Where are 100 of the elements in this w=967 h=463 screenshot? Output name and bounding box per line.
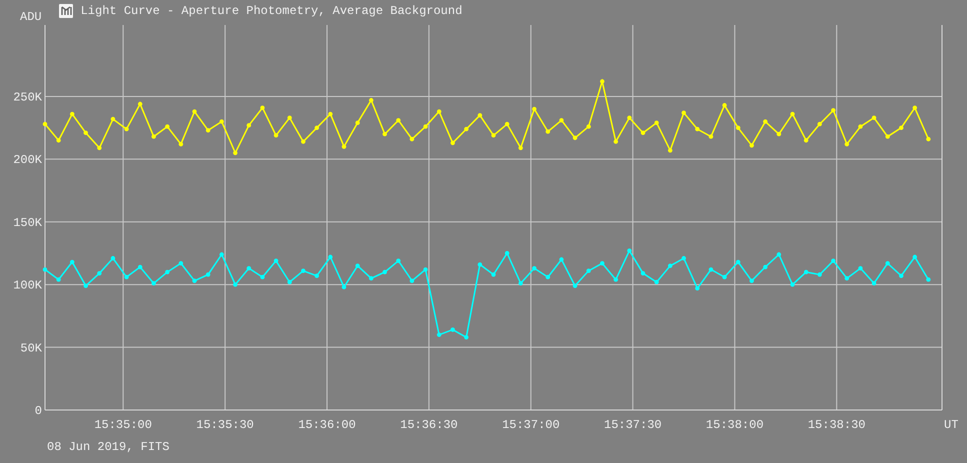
data-point [695,126,700,132]
data-point [844,276,850,281]
data-point [532,106,536,112]
data-point [56,138,61,143]
data-point [872,116,876,120]
data-point [722,274,727,280]
data-point [559,257,564,262]
data-point [912,106,918,110]
data-point [614,277,618,282]
data-point [206,128,210,133]
data-point [504,122,510,126]
data-point [396,258,401,263]
data-point [410,278,414,284]
data-point [138,264,142,270]
data-point [885,134,890,139]
data-point [396,118,401,122]
data-point [776,252,782,257]
data-point [328,254,333,260]
data-point [627,248,632,253]
tick-label: 0 [34,404,42,418]
data-point [790,282,795,287]
data-point [518,281,523,286]
data-point [355,264,360,268]
tick-label: 15:38:00 [706,418,764,432]
data-point [84,284,88,288]
data-point [640,130,646,136]
data-point [246,266,252,270]
data-point [301,139,306,144]
data-point [614,139,618,144]
data-point [858,124,863,129]
data-point [572,284,578,288]
date-caption: 08 Jun 2019, FITS [46,439,170,454]
data-point [110,256,116,260]
data-point [233,150,238,156]
data-point [314,126,320,130]
tick-label: 15:36:30 [400,418,458,432]
data-point [491,272,496,277]
data-point [138,102,142,106]
data-point [899,126,904,130]
data-point [382,132,387,136]
data-point [926,277,931,282]
data-point [736,126,740,130]
axis-label: ADU [20,11,42,24]
tick-label: 50K [20,341,42,356]
data-point [301,268,306,273]
data-point [42,122,48,126]
data-point [776,132,782,136]
data-point [586,124,591,129]
data-point [464,126,469,132]
data-point [478,113,482,118]
data-point [546,274,550,280]
data-point [478,262,482,267]
tick-label: 150K [13,216,42,230]
data-point [668,148,672,153]
data-point [654,280,659,284]
data-point [682,110,686,115]
data-point [532,266,536,270]
tick-label: 100K [13,278,42,293]
tick-label: 15:35:30 [196,418,254,432]
data-point [84,130,88,136]
data-point [287,116,292,120]
data-point [219,119,224,124]
data-point [178,261,184,266]
data-point [572,136,578,140]
data-point [178,142,184,146]
axis-label: UT [944,418,958,432]
data-point [722,103,727,108]
data-point [423,124,428,129]
data-point [342,144,346,149]
data-point [368,276,374,281]
data-point [518,146,523,150]
data-point [763,119,768,124]
data-point [410,136,414,142]
data-point [219,252,224,257]
data-point [382,270,387,274]
data-point [586,268,591,273]
data-point [314,274,320,278]
data-point [708,134,714,139]
data-point [97,271,102,276]
data-point [736,260,740,264]
data-point [233,282,238,287]
data-point [260,106,265,110]
data-point [682,256,686,260]
data-point [368,98,374,102]
data-point [708,267,714,272]
data-point [640,271,646,276]
data-point [817,122,822,126]
data-point [165,124,170,129]
data-point [559,118,564,122]
data-point [152,281,156,286]
data-point [246,123,252,128]
data-point [885,261,890,266]
data-point [165,270,170,274]
tick-label: 15:35:00 [94,418,152,432]
data-point [274,133,278,138]
window-title: Light Curve - Aperture Photometry, Average Background [80,4,462,18]
data-point [287,280,292,284]
data-point [668,264,672,268]
data-point [912,254,918,260]
data-point [491,133,496,138]
